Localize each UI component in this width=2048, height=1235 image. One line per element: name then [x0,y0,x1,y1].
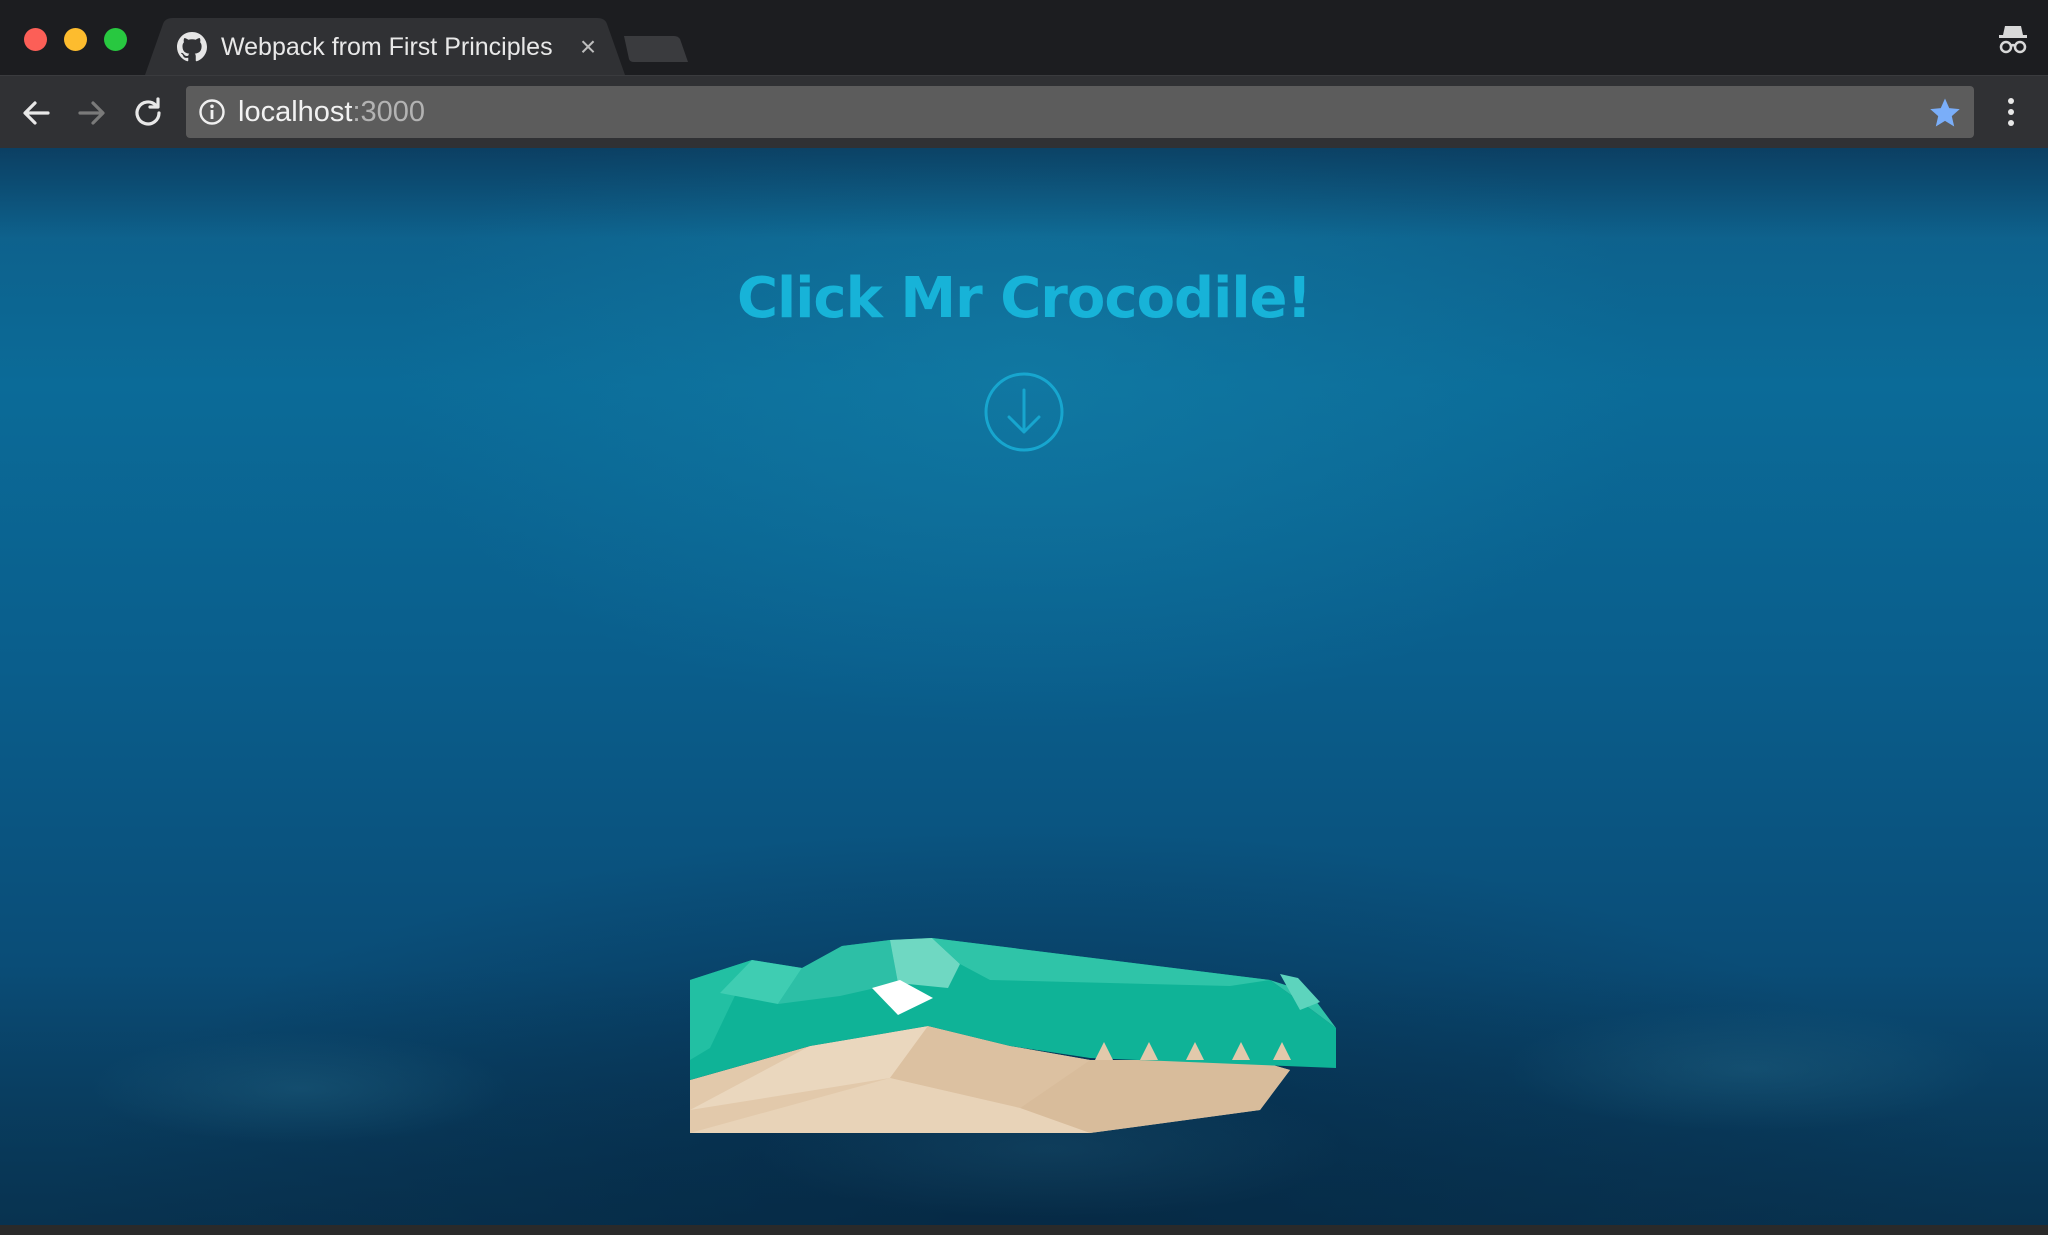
browser-window: Webpack from First Principles × localhos… [0,0,2048,1235]
window-maximize-button[interactable] [104,28,127,51]
reload-icon [135,97,161,126]
url-port: :3000 [352,96,426,128]
url-text[interactable]: localhost:3000 [238,96,425,128]
github-icon [177,32,207,62]
page-headline: Click Mr Crocodile! [736,266,1312,331]
star-icon[interactable] [1928,96,1962,130]
arrow-right-icon [78,101,105,125]
arrow-left-icon [23,101,50,125]
tab-strip: Webpack from First Principles × [0,0,2048,75]
info-icon[interactable] [198,98,226,126]
new-tab-button[interactable] [620,34,690,64]
window-minimize-button[interactable] [64,28,87,51]
address-bar[interactable]: localhost:3000 [186,86,1974,138]
window-bottom-edge [0,1225,2048,1235]
back-button[interactable] [16,93,56,133]
menu-icon[interactable] [1994,92,2028,132]
tab-title: Webpack from First Principles [221,33,553,61]
tab-active[interactable]: Webpack from First Principles × [145,18,625,75]
url-host: localhost [238,96,353,128]
window-close-button[interactable] [24,28,47,51]
crocodile-head-illustration[interactable] [690,788,1336,1140]
tab-close-button[interactable]: × [573,32,603,62]
page-viewport: Click Mr Crocodile! [0,148,2048,1225]
arrow-down-circle-icon[interactable] [982,370,1066,454]
incognito-icon[interactable] [1996,22,2030,56]
forward-button[interactable] [72,93,112,133]
browser-toolbar: localhost:3000 [0,75,2048,149]
reload-button[interactable] [128,93,168,133]
water-surface-shade [0,148,2048,238]
